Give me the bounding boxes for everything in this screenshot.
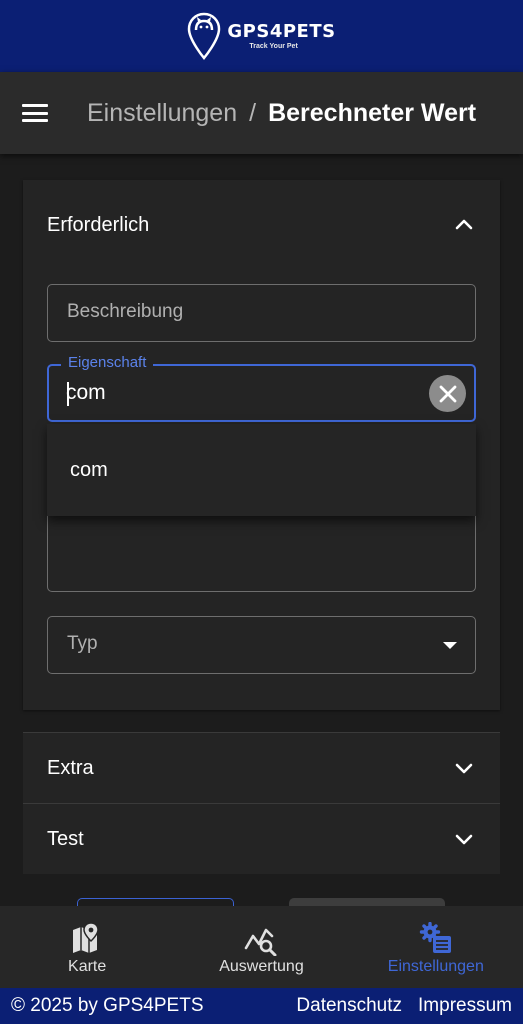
menu-button[interactable] [0, 72, 70, 154]
text-cursor [67, 382, 69, 406]
footer: © 2025 by GPS4PETS Datenschutz Impressum [0, 988, 523, 1024]
brand-tagline: Track Your Pet [249, 42, 298, 50]
nav-item-einstellungen[interactable]: Einstellungen [349, 906, 523, 988]
suggestion-option[interactable]: com [47, 424, 476, 516]
chart-search-icon [245, 928, 277, 956]
hamburger-menu-icon [22, 104, 48, 122]
clear-button[interactable] [429, 375, 466, 412]
imprint-link[interactable]: Impressum [418, 995, 512, 1017]
nav-label-auswertung: Auswertung [219, 958, 304, 975]
brand-logo[interactable]: GPS4PETS Track Your Pet [187, 12, 335, 60]
property-suggestions-dropdown: com [47, 424, 476, 516]
type-select[interactable]: Typ [47, 616, 476, 674]
breadcrumb-parent[interactable]: Einstellungen [87, 99, 237, 128]
copyright-text: © 2025 by GPS4PETS [11, 995, 204, 1016]
cancel-button[interactable] [77, 898, 234, 906]
dropdown-arrow-icon [443, 642, 457, 649]
breadcrumb-separator: / [249, 98, 257, 127]
section-required-header[interactable]: Erforderlich [23, 180, 500, 270]
nav-label-karte: Karte [68, 958, 107, 975]
app-root: GPS4PETS Track Your Pet Einstellungen / … [0, 0, 523, 1024]
page-title: Berechneter Wert [268, 98, 477, 127]
settings-gears-icon [419, 922, 451, 953]
section-required-title: Erforderlich [47, 213, 150, 236]
section-extra-header[interactable]: Extra [23, 732, 500, 803]
nav-item-auswertung[interactable]: Auswertung [174, 906, 348, 988]
privacy-link[interactable]: Datenschutz [296, 995, 402, 1017]
chevron-down-icon [455, 763, 473, 774]
map-icon [73, 922, 99, 953]
section-test-header[interactable]: Test [23, 803, 500, 874]
section-test-title: Test [47, 827, 84, 850]
breadcrumb: Einstellungen / Berechneter Wert [87, 99, 476, 128]
description-placeholder: Beschreibung [67, 301, 184, 322]
section-extra-title: Extra [47, 756, 94, 779]
property-label: Eigenschaft [61, 354, 154, 371]
pet-location-pin-icon [188, 12, 221, 60]
app-bar: Einstellungen / Berechneter Wert [0, 72, 523, 154]
nav-label-einstellungen: Einstellungen [387, 958, 484, 975]
chevron-up-icon [455, 219, 473, 230]
nav-item-karte[interactable]: Karte [0, 906, 174, 988]
property-value[interactable]: com [66, 381, 106, 405]
brand-name: GPS4PETS [227, 20, 336, 42]
main-content: Erforderlich Beschreibung Eigenschaft co… [0, 154, 523, 906]
bottom-navigation: Karte Auswertung Einstellungen [0, 906, 523, 988]
footer-links: Datenschutz Impressum [296, 995, 512, 1017]
description-input[interactable]: Beschreibung [47, 284, 476, 342]
chevron-down-icon [455, 834, 473, 845]
type-placeholder: Typ [67, 633, 98, 654]
brand-bar: GPS4PETS Track Your Pet [0, 0, 523, 72]
save-button[interactable] [289, 898, 445, 906]
property-autocomplete-input[interactable]: Eigenschaft com [47, 354, 476, 422]
close-icon [439, 385, 456, 402]
